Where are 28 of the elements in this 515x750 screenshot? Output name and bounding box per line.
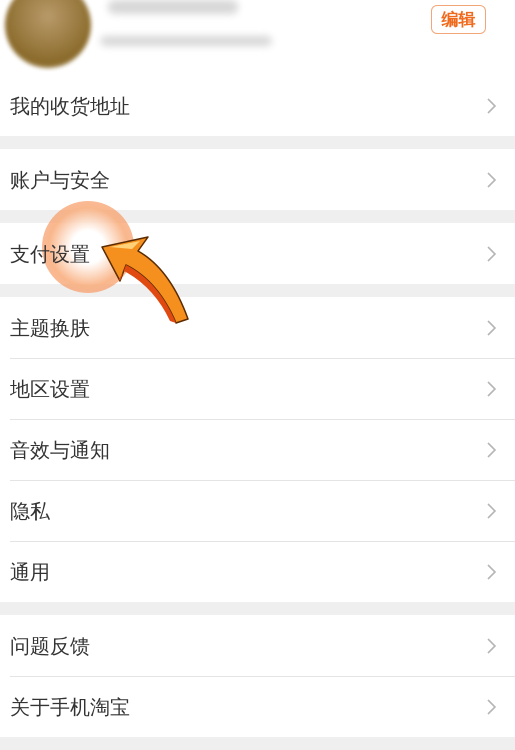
chevron-right-icon <box>487 172 497 188</box>
row-label: 账户与安全 <box>10 166 110 194</box>
chevron-right-icon <box>487 98 497 114</box>
row-label: 地区设置 <box>10 376 90 402</box>
settings-row[interactable]: 关于手机淘宝 <box>0 676 515 737</box>
chevron-right-icon <box>487 502 497 518</box>
settings-row[interactable]: 地区设置 <box>0 358 515 419</box>
row-label: 问题反馈 <box>10 632 90 660</box>
row-label: 关于手机淘宝 <box>10 694 130 720</box>
settings-row[interactable]: 我的收货地址 <box>0 75 515 136</box>
chevron-right-icon <box>487 442 497 458</box>
chevron-right-icon <box>487 246 497 262</box>
row-label: 我的收货地址 <box>10 92 130 120</box>
settings-row[interactable]: 隐私 <box>0 480 515 541</box>
settings-row[interactable]: 账户与安全 <box>0 149 515 210</box>
settings-row[interactable]: 问题反馈 <box>0 615 515 676</box>
row-label: 通用 <box>10 558 50 586</box>
chevron-right-icon <box>487 320 497 336</box>
settings-row[interactable]: 主题换肤 <box>0 297 515 358</box>
chevron-right-icon <box>487 380 497 396</box>
row-label: 隐私 <box>10 498 50 524</box>
chevron-right-icon <box>487 564 497 580</box>
chevron-right-icon <box>487 638 497 654</box>
row-label: 音效与通知 <box>10 436 110 464</box>
chevron-right-icon <box>487 698 497 714</box>
settings-row[interactable]: 通用 <box>0 541 515 602</box>
settings-row[interactable]: 音效与通知 <box>0 419 515 480</box>
row-label: 主题换肤 <box>10 314 90 342</box>
